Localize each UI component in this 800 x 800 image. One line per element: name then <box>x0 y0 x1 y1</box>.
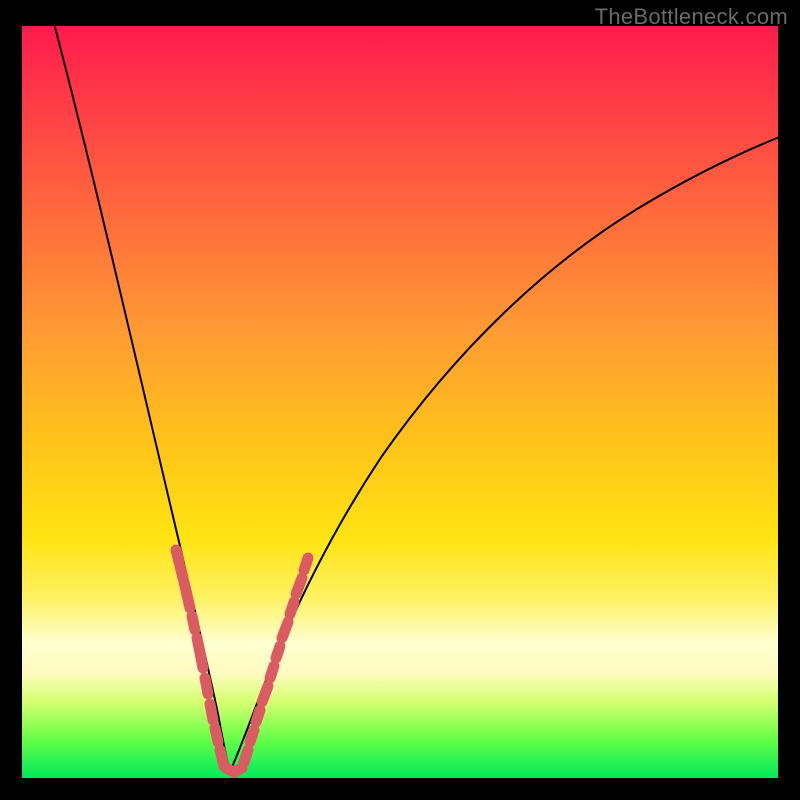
accent-left-cluster <box>176 550 224 766</box>
accent-vertex-cluster <box>226 768 242 772</box>
plot-area <box>22 26 778 778</box>
curve-right <box>230 136 782 772</box>
accent-right-cluster <box>244 558 308 762</box>
chart-frame: TheBottleneck.com <box>0 0 800 800</box>
curve-svg <box>22 26 778 778</box>
